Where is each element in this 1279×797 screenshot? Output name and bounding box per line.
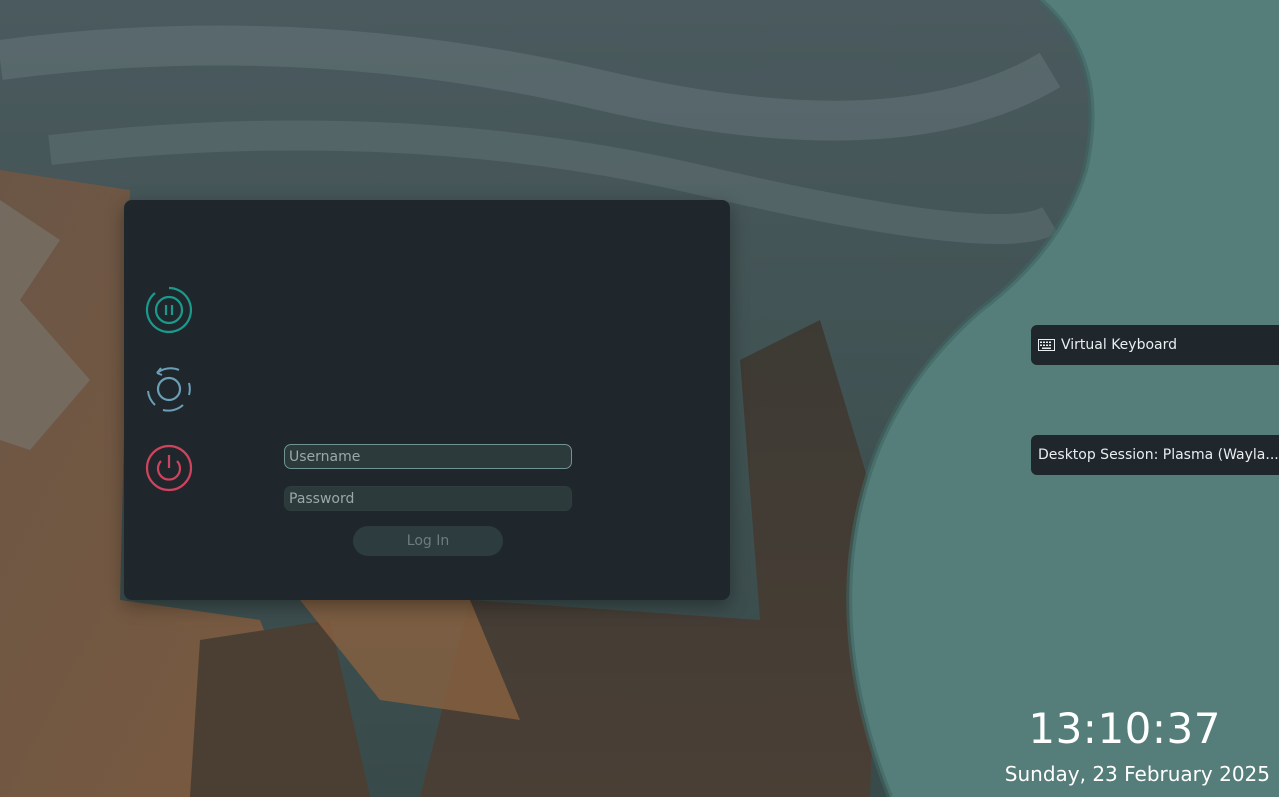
desktop-session-selector[interactable]: Desktop Session: Plasma (Wayla...	[1031, 435, 1279, 475]
virtual-keyboard-button[interactable]: Virtual Keyboard	[1031, 325, 1279, 365]
username-input[interactable]	[284, 444, 572, 469]
suspend-button[interactable]	[145, 286, 193, 334]
restart-icon	[147, 367, 191, 412]
password-input[interactable]	[284, 486, 572, 511]
keyboard-icon	[1038, 339, 1055, 351]
virtual-keyboard-label: Virtual Keyboard	[1061, 337, 1178, 353]
shutdown-button[interactable]	[145, 444, 193, 492]
restart-button[interactable]	[145, 365, 193, 413]
shutdown-icon	[145, 444, 193, 492]
clock-time: 13:10:37	[1028, 704, 1221, 753]
suspend-icon	[145, 286, 193, 334]
login-panel: Log In	[124, 200, 730, 600]
desktop-session-label: Desktop Session: Plasma (Wayla...	[1038, 447, 1279, 463]
login-button[interactable]: Log In	[353, 526, 503, 556]
clock-date: Sunday, 23 February 2025	[1004, 762, 1270, 786]
